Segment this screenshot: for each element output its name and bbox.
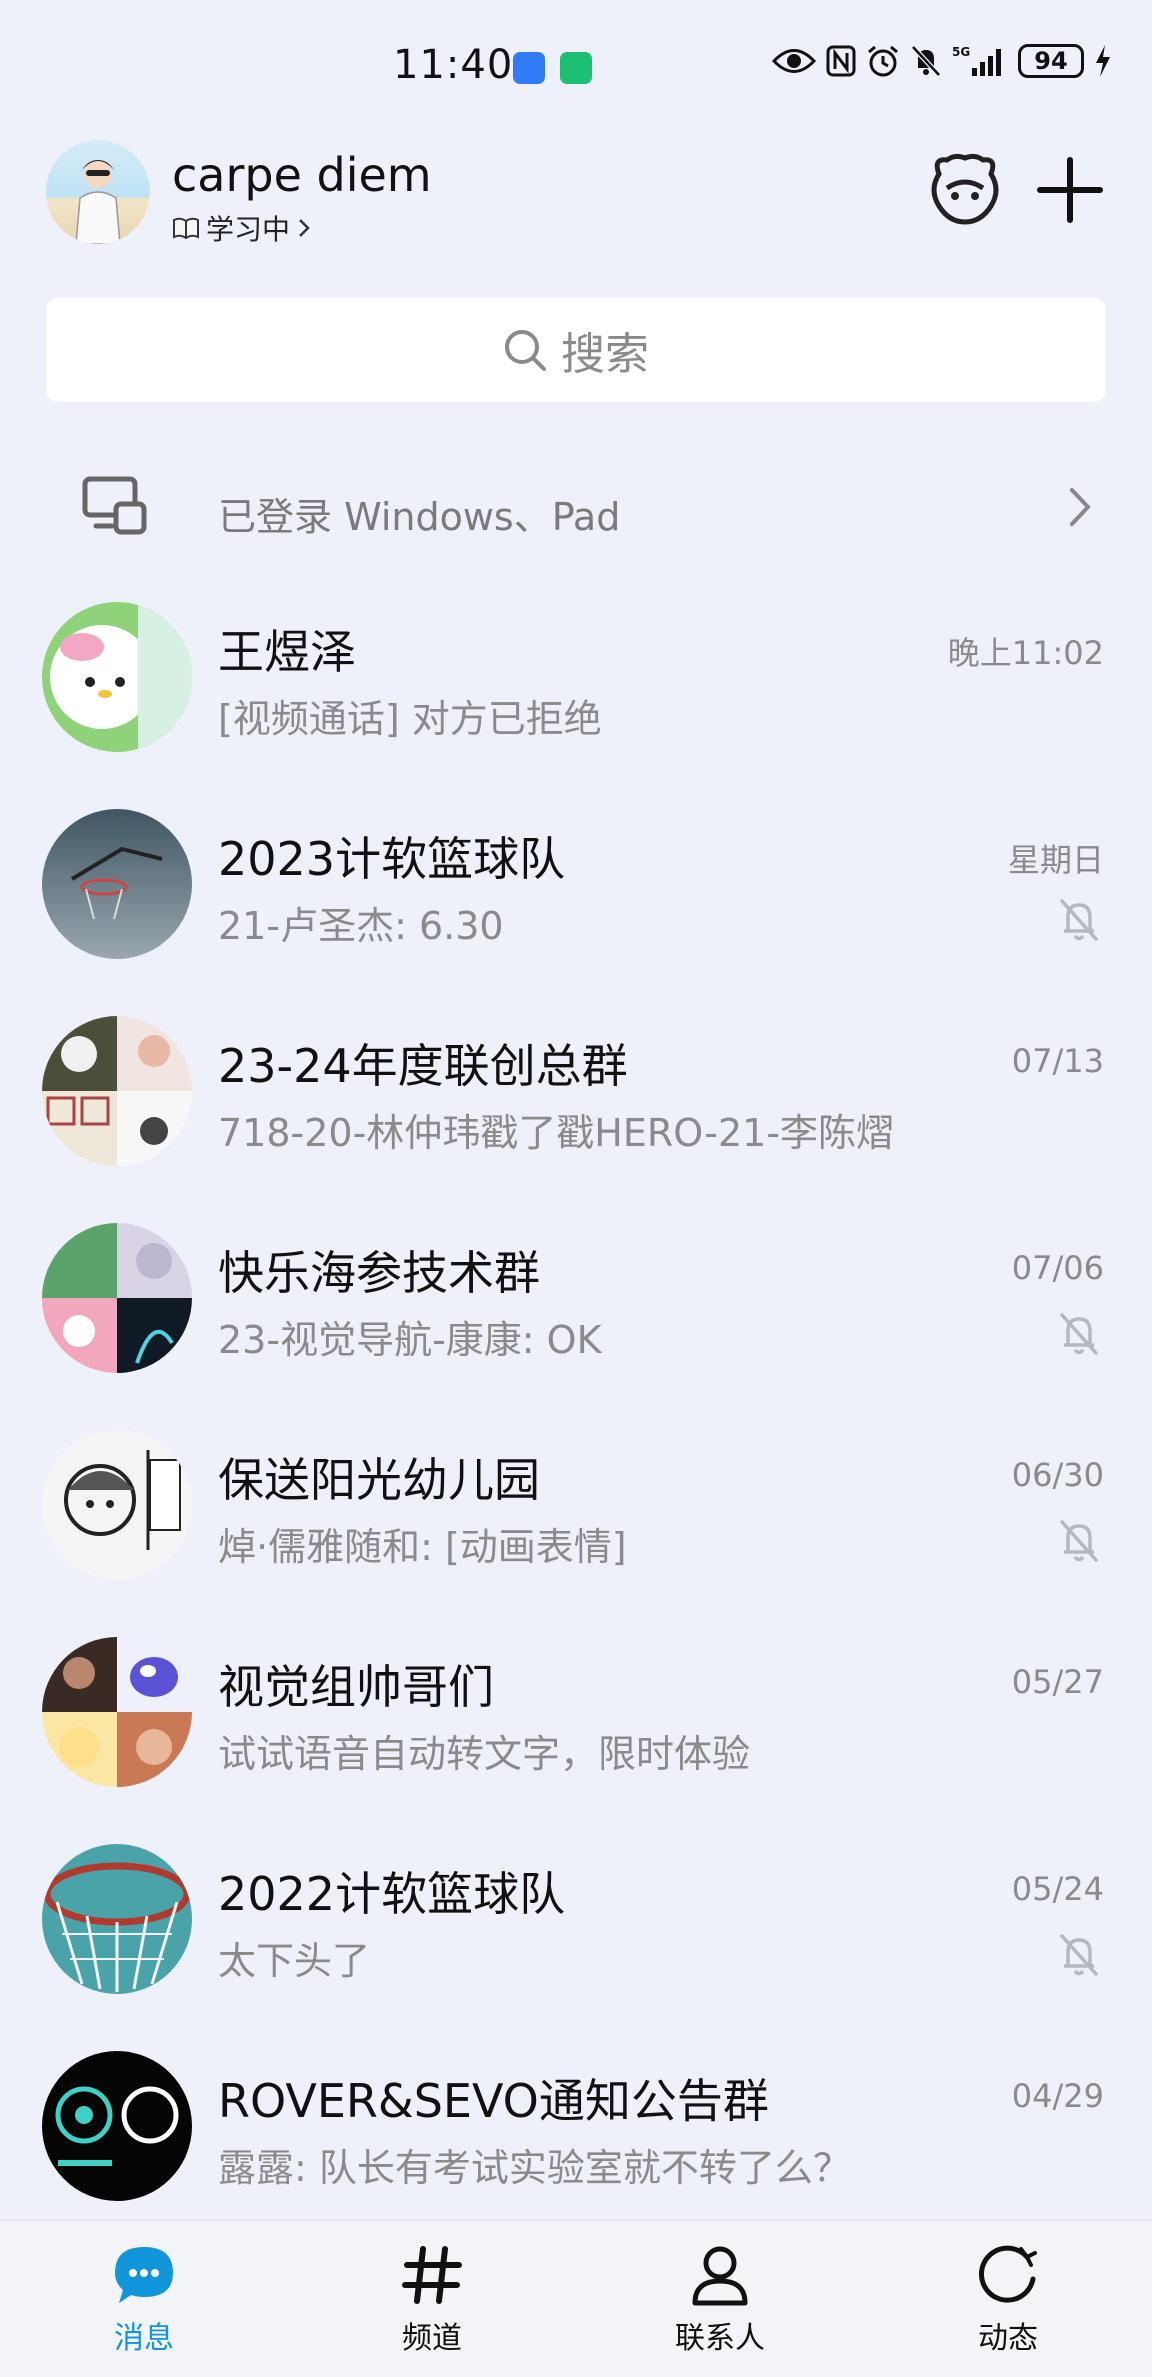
conversation-name: 2023计软篮球队 [218,832,566,886]
conversation-avatar [42,2051,192,2201]
conversation-avatar [42,1223,192,1373]
conversation-time: 星期日 [1007,841,1104,879]
conversation-name: 视觉组帅哥们 [218,1660,494,1714]
message-icon [115,2247,173,2303]
bell-muted-icon [1060,899,1098,941]
conversation-item[interactable]: 视觉组帅哥们 试试语音自动转文字，限时体验 05/27 [0,1625,1152,1832]
status-bar: 11:40 5G 94 [0,0,1152,130]
conversation-name: 快乐海参技术群 [218,1246,540,1300]
bell-muted-icon [1060,1520,1098,1562]
conversation-preview: [视频通话] 对方已拒绝 [218,697,602,741]
nickname[interactable]: carpe diem [172,148,432,202]
avatar-illustration [75,160,121,244]
svg-text:5G: 5G [952,45,970,59]
tab-contacts[interactable]: 联系人 [576,2221,864,2377]
conversation-time: 05/27 [1011,1663,1104,1701]
tab-label: 频道 [402,2321,462,2356]
signal-5g-icon: 5G [952,45,1001,76]
chevron-right-icon [1070,488,1091,526]
contact-icon [692,2246,748,2306]
conversation-name: 保送阳光幼儿园 [218,1453,540,1507]
mascot-icon[interactable] [925,150,1005,230]
logged-in-devices-row[interactable]: 已登录 Windows、Pad [0,446,1152,566]
conversation-time: 07/06 [1011,1249,1104,1287]
chevron-right-icon [299,219,310,237]
usb-icon [513,52,545,84]
tab-messages[interactable]: 消息 [0,2221,288,2377]
devices-icon [82,476,147,535]
search-icon [505,330,546,371]
conversation-name: 2022计软篮球队 [218,1867,566,1921]
status-time: 11:40 [393,42,514,88]
conversation-preview: 焯·儒雅随和: [动画表情] [218,1525,627,1569]
conversation-preview: 21-卢圣杰: 6.30 [218,904,504,948]
hourglass-icon [560,52,592,84]
battery-level: 94 [1034,47,1068,75]
battery-indicator: 94 [1018,44,1084,78]
conversation-avatar [42,809,192,959]
presence-status[interactable]: 学习中 [172,208,312,248]
tab-label: 消息 [114,2321,174,2356]
bottom-nav: 消息 频道 联系人 动态 [0,2220,1152,2377]
bell-muted-icon [1060,1934,1098,1976]
conversation-avatar [42,1844,192,1994]
conversation-time: 晚上11:02 [947,634,1104,672]
conversation-name: ROVER&SEVO通知公告群 [218,2074,769,2128]
my-avatar[interactable] [46,140,150,244]
conversation-preview: 太下头了 [218,1939,371,1983]
alarm-icon [868,45,898,77]
bell-muted-icon [1060,1313,1098,1355]
conversation-preview: 试试语音自动转文字，限时体验 [218,1732,751,1776]
search-input[interactable]: 搜索 [46,298,1106,402]
conversation-preview: 718-20-林仲玮戳了戳HERO-21-李陈熠 [218,1111,895,1155]
conversation-item[interactable]: 快乐海参技术群 23-视觉导航-康康: OK 07/06 [0,1211,1152,1418]
nfc-icon [826,45,856,77]
conversation-avatar [42,1016,192,1166]
conversation-avatar [42,1637,192,1787]
conversation-preview: 23-视觉导航-康康: OK [218,1318,602,1362]
conversation-item[interactable]: ROVER&SEVO通知公告群 露露: 队长有考试实验室就不转了么？ 04/29 [0,2039,1152,2246]
bell-muted-icon [911,45,941,77]
conversation-name: 王煜泽 [218,625,356,679]
moments-icon [978,2245,1037,2303]
conversation-item[interactable]: 王煜泽 [视频通话] 对方已拒绝 晚上11:02 [0,590,1152,797]
conversation-time: 07/13 [1011,1042,1104,1080]
conversation-avatar [42,1430,192,1580]
book-icon [173,217,199,240]
conversation-list: 王煜泽 [视频通话] 对方已拒绝 晚上11:02 2023计软篮球队 21-卢圣… [0,590,1152,2246]
search-placeholder: 搜索 [561,329,649,380]
tab-label: 动态 [978,2321,1038,2356]
conversation-item[interactable]: 保送阳光幼儿园 焯·儒雅随和: [动画表情] 06/30 [0,1418,1152,1625]
charging-icon [1096,45,1110,77]
conversation-preview: 露露: 队长有考试实验室就不转了么？ [218,2146,851,2190]
conversation-time: 06/30 [1011,1456,1104,1494]
conversation-time: 05/24 [1011,1870,1104,1908]
tab-moments[interactable]: 动态 [864,2221,1152,2377]
eye-icon [772,49,816,73]
conversation-avatar [42,602,192,752]
presence-label: 学习中 [206,213,291,246]
tab-label: 联系人 [675,2321,765,2356]
conversation-time: 04/29 [1011,2077,1104,2115]
plus-icon[interactable] [1035,150,1105,230]
conversation-item[interactable]: 23-24年度联创总群 718-20-林仲玮戳了戳HERO-21-李陈熠 07/… [0,1004,1152,1211]
hash-icon [402,2246,462,2304]
conversation-item[interactable]: 2023计软篮球队 21-卢圣杰: 6.30 星期日 [0,797,1152,1004]
conversation-item[interactable]: 2022计软篮球队 太下头了 05/24 [0,1832,1152,2039]
tab-channels[interactable]: 频道 [288,2221,576,2377]
status-icons: 5G 94 [772,44,1112,78]
conversation-name: 23-24年度联创总群 [218,1039,628,1093]
logged-in-devices-text: 已登录 Windows、Pad [218,495,621,539]
